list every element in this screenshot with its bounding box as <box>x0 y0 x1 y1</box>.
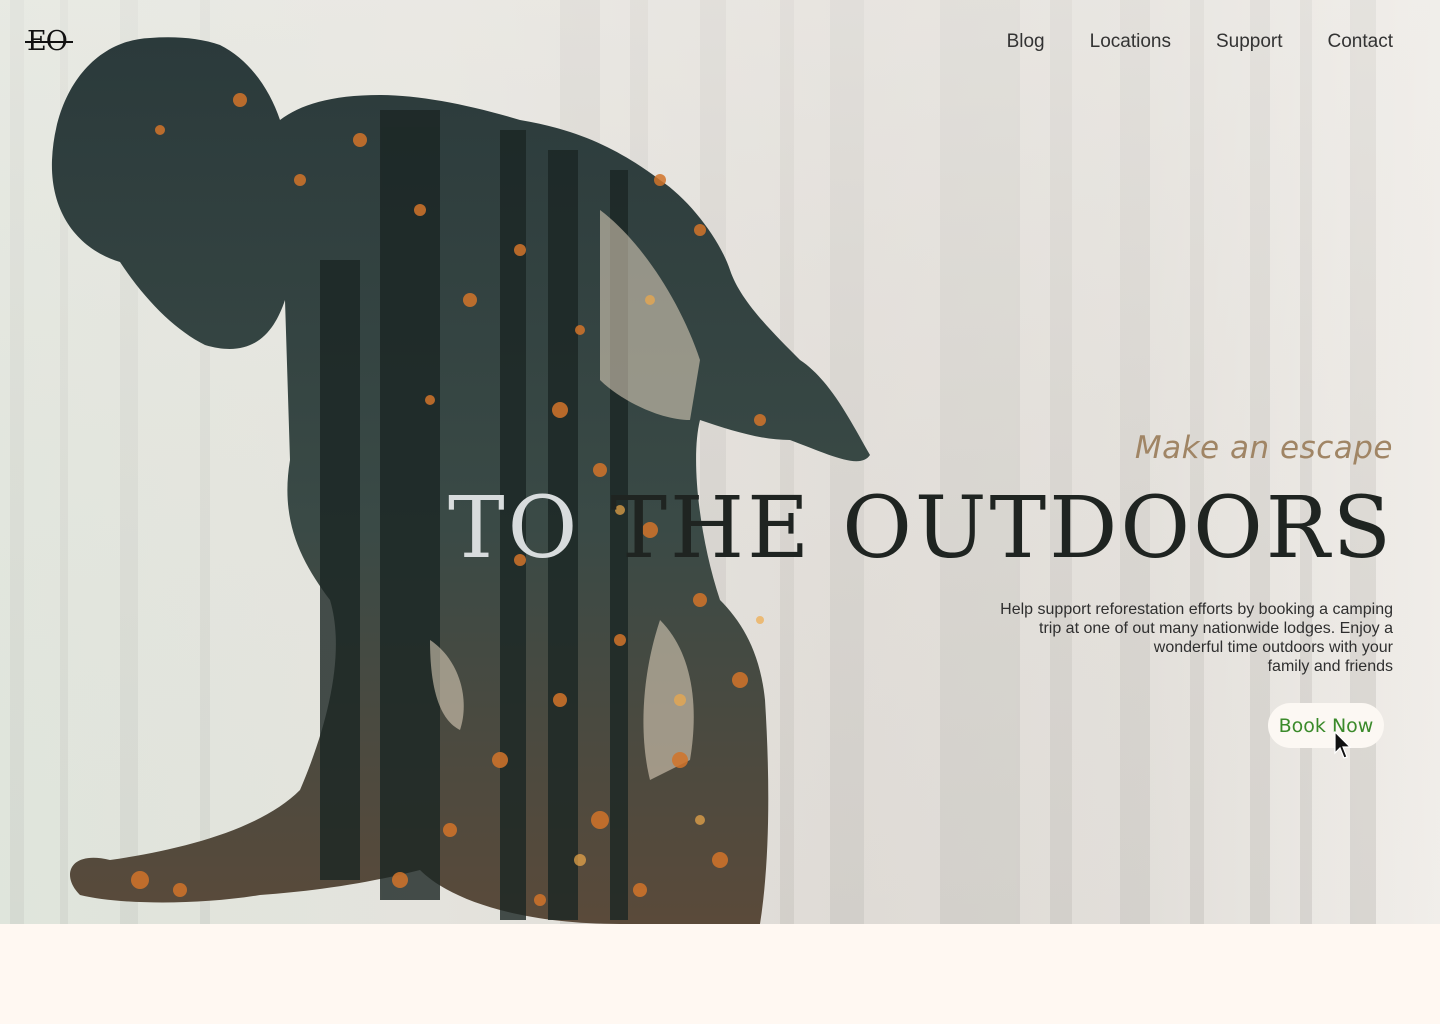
nav-link-support[interactable]: Support <box>1216 30 1283 54</box>
description-line: family and friends <box>1267 658 1393 675</box>
hero-tagline: Make an escape <box>1134 430 1393 466</box>
headline-light-part: TO <box>447 479 611 578</box>
main-nav: Blog Locations Support Contact <box>1007 30 1393 54</box>
hero-headline: TO THE OUTDOORS <box>448 484 1394 574</box>
nav-link-contact[interactable]: Contact <box>1328 30 1393 54</box>
hero-description: Help support reforestation efforts by bo… <box>923 600 1393 676</box>
brand-logo[interactable]: EO <box>25 26 73 58</box>
arrow-cursor-icon <box>1334 731 1352 759</box>
nav-link-blog[interactable]: Blog <box>1007 30 1045 54</box>
nav-link-locations[interactable]: Locations <box>1090 30 1171 54</box>
hero-section: EO Blog Locations Support Contact Make a… <box>0 0 1440 924</box>
description-line: trip at one of out many nationwide lodge… <box>1039 620 1393 637</box>
book-now-button[interactable]: Book Now <box>1268 703 1384 748</box>
description-line: wonderful time outdoors with your <box>1153 639 1393 656</box>
description-line: Help support reforestation efforts by bo… <box>1000 601 1393 618</box>
page-bottom-band <box>0 924 1440 1024</box>
headline-dark-part: THE OUTDOORS <box>610 479 1394 578</box>
